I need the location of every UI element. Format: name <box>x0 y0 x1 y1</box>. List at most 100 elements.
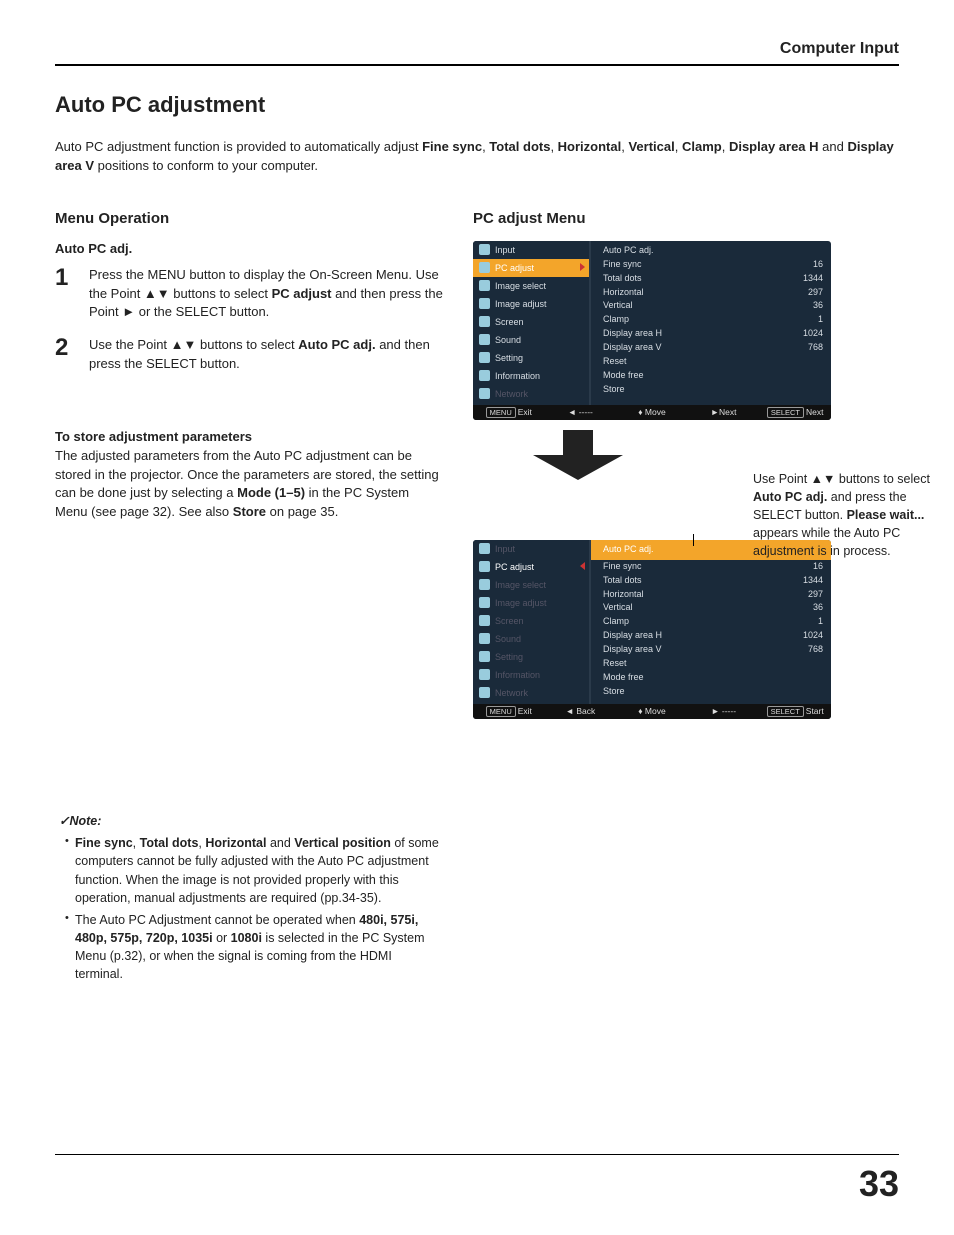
note-item: The Auto PC Adjustment cannot be operate… <box>65 911 443 984</box>
osd-row-key: Auto PC adj. <box>603 543 654 557</box>
menu-icon <box>479 579 490 590</box>
osd-row-key: Display area H <box>603 629 662 643</box>
osd-row-key: Fine sync <box>603 560 642 574</box>
osd-row: Fine sync 16 <box>603 258 823 272</box>
osd-row-value: 768 <box>808 341 823 355</box>
menu-icon <box>479 388 490 399</box>
osd-side-item: Network <box>473 684 589 702</box>
osd-side-item: Image select <box>473 277 589 295</box>
osd-row-value: 16 <box>813 258 823 272</box>
osd-side-item: Screen <box>473 612 589 630</box>
osd-side-item: PC adjust <box>473 259 589 277</box>
osd-side-item: Setting <box>473 349 589 367</box>
osd-row: Total dots1344 <box>603 272 823 286</box>
osd-side-item: Sound <box>473 630 589 648</box>
osd-side-item: Image select <box>473 576 589 594</box>
osd-row-key: Store <box>603 685 625 699</box>
menu-icon <box>479 615 490 626</box>
osd-row: Mode free <box>603 671 823 685</box>
step-number: 2 <box>55 336 77 374</box>
menu-icon <box>479 633 490 644</box>
osd-side-label: Screen <box>495 317 524 327</box>
osd-row: Mode free <box>603 369 823 383</box>
menu-icon <box>479 543 490 554</box>
osd-row: Display area H 1024 <box>603 629 823 643</box>
menu-icon <box>479 370 490 381</box>
osd-side-label: Screen <box>495 616 524 626</box>
osd-side-item: Image adjust <box>473 295 589 313</box>
osd-row-value: 1 <box>818 313 823 327</box>
menu-icon <box>479 280 490 291</box>
menu-icon <box>479 597 490 608</box>
osd-row-value: 36 <box>813 299 823 313</box>
osd-row-value: 1024 <box>803 629 823 643</box>
osd-row-key: Store <box>603 383 625 397</box>
osd-side-item: Image adjust <box>473 594 589 612</box>
osd-row-key: Horizontal <box>603 588 644 602</box>
osd-row-key: Display area V <box>603 341 662 355</box>
osd-side-item: Information <box>473 367 589 385</box>
osd-row: Horizontal297 <box>603 588 823 602</box>
step-body: Use the Point ▲▼ buttons to select Auto … <box>89 336 443 374</box>
osd-side-label: Input <box>495 544 515 554</box>
osd-menu-2: Input PC adjust Image select Image adjust Sc… <box>473 540 831 719</box>
osd-side-label: Sound <box>495 335 521 345</box>
step-body: Press the MENU button to display the On-… <box>89 266 443 323</box>
osd-row-key: Reset <box>603 657 627 671</box>
note-block: ✓Note: Fine sync, Total dots, Horizontal… <box>55 812 443 983</box>
osd-row-value: 1024 <box>803 327 823 341</box>
osd-side-label: Setting <box>495 353 523 363</box>
menu-icon <box>479 352 490 363</box>
osd-side-item: Sound <box>473 331 589 349</box>
osd-row-value: 16 <box>813 560 823 574</box>
section-header: Computer Input <box>55 40 899 66</box>
osd-row-value: 768 <box>808 643 823 657</box>
intro-paragraph: Auto PC adjustment function is provided … <box>55 138 899 176</box>
menu-icon <box>479 334 490 345</box>
osd-side-item: Network <box>473 385 589 403</box>
osd-row-value: 1344 <box>803 574 823 588</box>
page-number: 33 <box>859 1163 899 1205</box>
osd-side-item: Screen <box>473 313 589 331</box>
store-parameters: To store adjustment parameters The adjus… <box>55 428 443 522</box>
menu-icon <box>479 316 490 327</box>
osd-row-key: Total dots <box>603 574 642 588</box>
osd-side-label: Image adjust <box>495 598 547 608</box>
osd-row: Clamp 1 <box>603 615 823 629</box>
osd-row-value: 1344 <box>803 272 823 286</box>
osd-row-key: Vertical <box>603 299 633 313</box>
osd-row: Auto PC adj. <box>603 244 823 258</box>
step-1: 1 Press the MENU button to display the O… <box>55 266 443 323</box>
osd-row-value: 36 <box>813 601 823 615</box>
osd-side-label: Image select <box>495 580 546 590</box>
menu-icon <box>479 669 490 680</box>
osd-side-label: Information <box>495 670 540 680</box>
note-label: ✓Note: <box>59 814 101 828</box>
instruction-text: Use Point ▲▼ buttons to select Auto PC a… <box>753 470 953 561</box>
osd-row: Store <box>603 685 823 699</box>
step-2: 2 Use the Point ▲▼ buttons to select Aut… <box>55 336 443 374</box>
osd-row-key: Fine sync <box>603 258 642 272</box>
osd-row-value: 1 <box>818 615 823 629</box>
osd-side-label: PC adjust <box>495 562 534 572</box>
pc-adjust-menu-heading: PC adjust Menu <box>473 210 899 227</box>
osd-row: Reset <box>603 355 823 369</box>
pointer-line <box>693 534 694 546</box>
osd-row: Reset <box>603 657 823 671</box>
menu-icon <box>479 687 490 698</box>
auto-pc-adj-subheading: Auto PC adj. <box>55 241 443 256</box>
osd-row: Display area V 768 <box>603 643 823 657</box>
osd-footer: MENUExit ◄ Back ♦ Move ► ----- SELECTSta… <box>473 704 831 719</box>
osd-row-key: Reset <box>603 355 627 369</box>
osd-side-label: Sound <box>495 634 521 644</box>
osd-side-item: PC adjust <box>473 558 589 576</box>
osd-side-label: PC adjust <box>495 263 534 273</box>
osd-row-value: 297 <box>808 286 823 300</box>
osd-row: Display area H1024 <box>603 327 823 341</box>
note-item: Fine sync, Total dots, Horizontal and Ve… <box>65 834 443 907</box>
osd-row-key: Clamp <box>603 313 629 327</box>
osd-row-key: Display area V <box>603 643 662 657</box>
menu-icon <box>479 651 490 662</box>
osd-row-key: Clamp <box>603 615 629 629</box>
osd-row-key: Auto PC adj. <box>603 244 654 258</box>
